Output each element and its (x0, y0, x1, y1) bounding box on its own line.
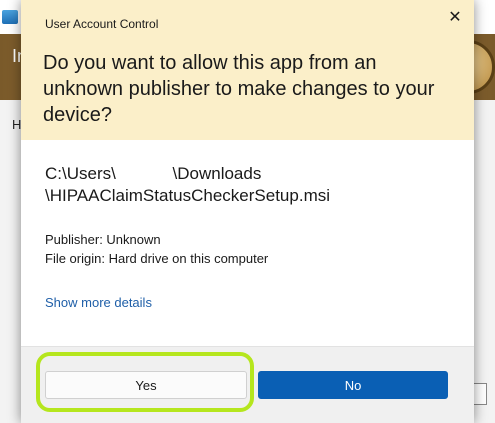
file-path-line-1: C:\Users\ \Downloads (45, 164, 262, 183)
close-button[interactable]: ✕ (442, 4, 468, 30)
publisher-info: Publisher: Unknown File origin: Hard dri… (45, 230, 268, 268)
file-origin-line: File origin: Hard drive on this computer (45, 251, 269, 266)
app-icon (2, 10, 18, 24)
uac-question: Do you want to allow this app from an un… (43, 52, 435, 126)
file-path: C:\Users\ \Downloads \HIPAAClaimStatusCh… (45, 163, 465, 207)
close-icon: ✕ (448, 9, 462, 26)
show-more-details-link[interactable]: Show more details (45, 295, 152, 310)
background-body-text: H (12, 117, 22, 132)
publisher-line: Publisher: Unknown (45, 232, 161, 247)
no-button[interactable]: No (258, 371, 448, 399)
dialog-title: User Account Control (45, 17, 159, 31)
uac-dialog: User Account Control ✕ Do you want to al… (21, 0, 474, 423)
yes-button[interactable]: Yes (45, 371, 247, 399)
file-path-line-2: \HIPAAClaimStatusCheckerSetup.msi (45, 186, 331, 205)
